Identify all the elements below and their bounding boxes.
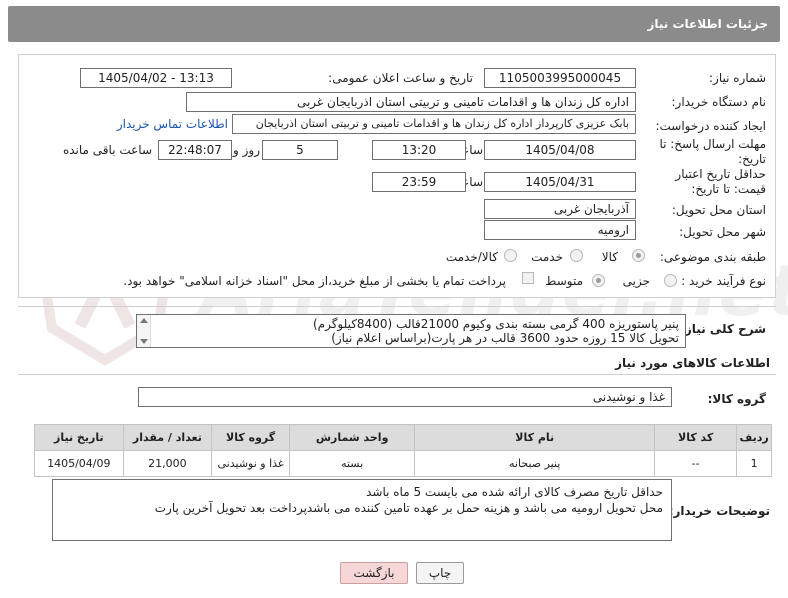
category-goods-label: کالا	[601, 250, 618, 264]
delivery-province-label: استان محل تحویل:	[671, 203, 766, 217]
treasury-payment-checkbox[interactable]	[522, 272, 534, 284]
delivery-city-label: شهر محل تحویل:	[679, 225, 766, 239]
column-header: ردیف	[736, 424, 772, 451]
buyer-contact-link[interactable]: اطلاعات تماس خریدار	[117, 117, 228, 131]
column-header: واحد شمارش	[288, 424, 416, 451]
time-remaining-label: ساعت باقی مانده	[62, 143, 152, 157]
scroll-up-icon[interactable]	[140, 318, 148, 323]
category-service-radio[interactable]	[570, 249, 583, 262]
back-button[interactable]: بازگشت	[340, 562, 408, 584]
category-service-label: خدمت	[531, 250, 563, 264]
process-type-label: نوع فرآیند خرید :	[681, 274, 766, 288]
treasury-payment-note: پرداخت تمام یا بخشی از مبلغ خرید،از محل …	[123, 274, 506, 288]
cell-need-date: 1405/04/09	[34, 450, 124, 477]
page-header: جزئیات اطلاعات نیاز	[8, 6, 780, 42]
goods-table: ردیف کد کالا نام کالا واحد شمارش گروه کا…	[34, 424, 772, 477]
divider	[18, 374, 776, 375]
reply-date-field[interactable]: 1405/04/08	[484, 140, 636, 160]
goods-section-title: اطلاعات کالاهای مورد نیاز	[615, 356, 770, 370]
delivery-city-field[interactable]: ارومیه	[484, 220, 636, 240]
price-validity-label: حداقل تاریخ اعتبار قیمت: تا تاریخ:	[675, 167, 766, 196]
page-title: جزئیات اطلاعات نیاز	[647, 17, 768, 31]
time-remaining-field[interactable]: 22:48:07	[158, 140, 232, 160]
description-line-2: تحویل کالا 15 روزه حدود 3600 قالب در هر …	[331, 331, 679, 345]
days-label: روز و	[233, 143, 260, 157]
column-header: تاریخ نیاز	[34, 424, 124, 451]
announce-datetime-field[interactable]: 1405/04/02 - 13:13	[80, 68, 232, 88]
price-validity-time-field[interactable]: 23:59	[372, 172, 466, 192]
buyer-notes-textarea[interactable]: حداقل تاریخ مصرف کالای ارائه شده می بایس…	[52, 479, 672, 541]
description-label: شرح کلی نیاز:	[680, 322, 766, 336]
cell-unit: بسته	[288, 450, 416, 477]
price-validity-date-field[interactable]: 1405/04/31	[484, 172, 636, 192]
category-both-radio[interactable]	[504, 249, 517, 262]
scroll-down-icon[interactable]	[140, 339, 148, 344]
cell-row-number: 1	[736, 450, 772, 477]
process-partial-radio[interactable]	[664, 274, 677, 287]
column-header: گروه کالا	[211, 424, 290, 451]
need-number-label: شماره نیاز:	[709, 71, 766, 85]
divider	[18, 306, 776, 307]
description-line-1: پنیر پاستوریزه 400 گرمی بسته بندی وکیوم …	[312, 317, 679, 331]
buyer-notes-label: توضیحات خریدار:	[668, 504, 770, 518]
process-medium-radio[interactable]	[592, 274, 605, 287]
buyer-org-label: نام دستگاه خریدار:	[671, 95, 767, 109]
creator-field[interactable]: بابک عزیزی کارپرداز اداره کل زندان ها و …	[232, 114, 636, 134]
cell-goods-name: پنیر صبحانه	[414, 450, 656, 477]
table-row[interactable]: 1 -- پنیر صبحانه بسته غذا و نوشیدنی 21,0…	[34, 450, 772, 477]
reply-time-field[interactable]: 13:20	[372, 140, 466, 160]
cell-goods-group: غذا و نوشیدنی	[211, 450, 290, 477]
column-header: تعداد / مقدار	[122, 424, 213, 451]
cell-quantity: 21,000	[122, 450, 213, 477]
goods-group-label: گروه کالا:	[707, 392, 766, 406]
category-both-label: کالا/خدمت	[445, 250, 498, 264]
creator-label: ایجاد کننده درخواست:	[655, 119, 766, 133]
table-header-row: ردیف کد کالا نام کالا واحد شمارش گروه کا…	[34, 424, 772, 451]
reply-deadline-label: مهلت ارسال پاسخ: تا تاریخ:	[659, 137, 766, 166]
process-partial-label: جزیی	[622, 274, 650, 288]
delivery-province-field[interactable]: آذربایجان غربی	[484, 199, 636, 219]
column-header: کد کالا	[654, 424, 738, 451]
column-header: نام کالا	[414, 424, 656, 451]
print-button[interactable]: چاپ	[416, 562, 464, 584]
goods-group-field[interactable]: غذا و نوشیدنی	[138, 387, 672, 407]
cell-goods-code: --	[654, 450, 738, 477]
description-scrollbar[interactable]	[137, 315, 151, 347]
buyer-org-field[interactable]: اداره کل زندان ها و اقدامات تامینی و ترب…	[186, 92, 636, 112]
buyer-notes-line-2: محل تحویل ارومیه می باشد و هزینه حمل بر …	[154, 501, 663, 515]
need-number-field[interactable]: 1105003995000045	[484, 68, 636, 88]
category-label: طبقه بندی موضوعی:	[659, 250, 766, 264]
buyer-notes-line-1: حداقل تاریخ مصرف کالای ارائه شده می بایس…	[366, 485, 663, 499]
announce-datetime-label: تاریخ و ساعت اعلان عمومی:	[328, 71, 473, 85]
days-remaining-field[interactable]: 5	[262, 140, 338, 160]
category-goods-radio[interactable]	[632, 249, 645, 262]
process-medium-label: متوسط	[545, 274, 583, 288]
description-textarea[interactable]: پنیر پاستوریزه 400 گرمی بسته بندی وکیوم …	[136, 314, 686, 348]
